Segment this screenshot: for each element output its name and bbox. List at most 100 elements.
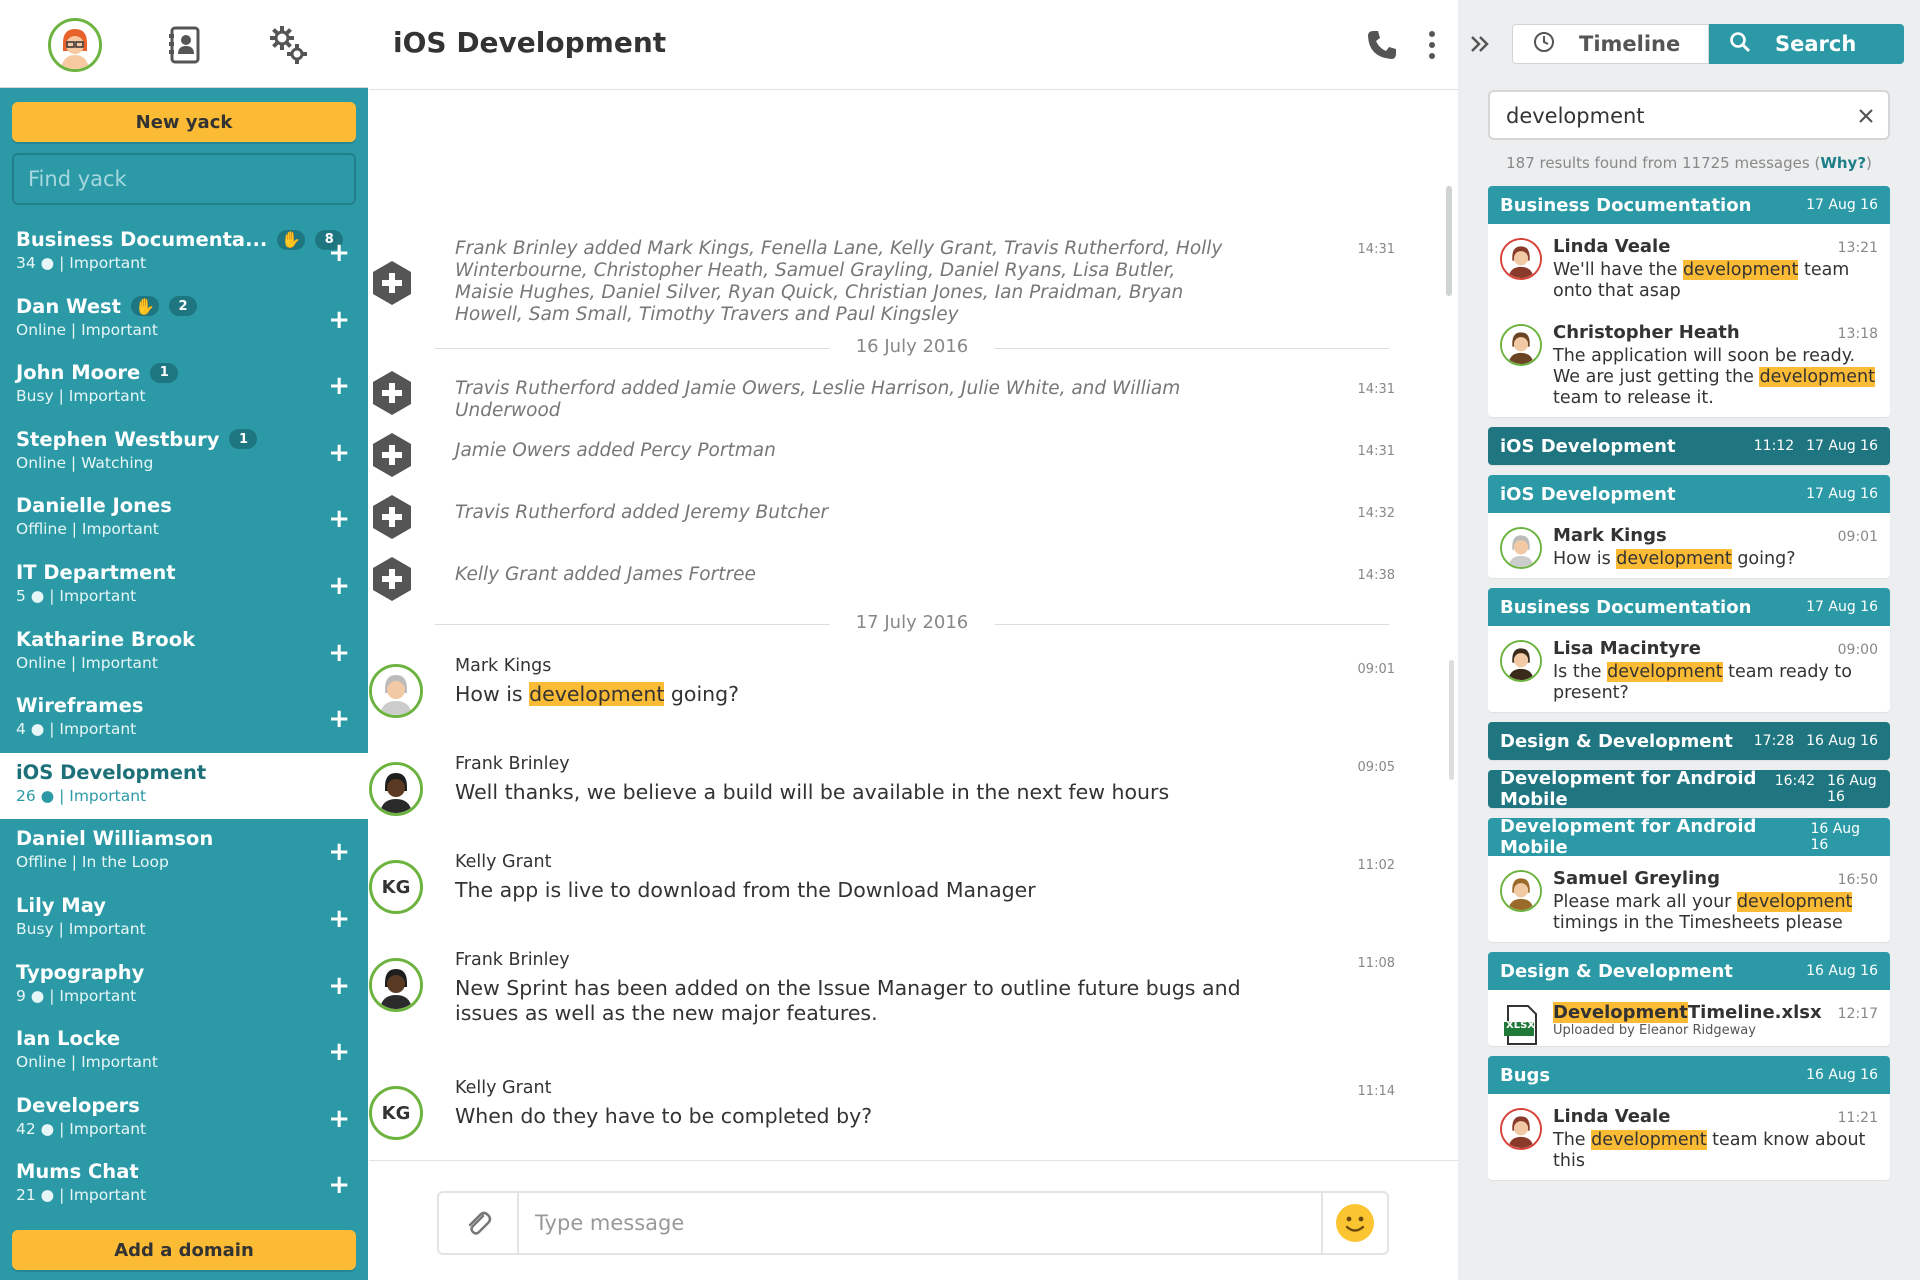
result-text: Please mark all your development timings… (1553, 892, 1878, 934)
add-to-chat-icon[interactable]: + (328, 906, 350, 932)
result-group-date: 16 Aug 16 (1827, 773, 1877, 805)
more-options-icon[interactable] (1422, 28, 1442, 62)
result-group-title: Business Documentation (1500, 194, 1752, 216)
chat-item[interactable]: Stephen Westbury 1 Online | Watching + (0, 420, 368, 487)
result-message[interactable]: Linda Veale The development team know abo… (1488, 1094, 1890, 1180)
message-text: Well thanks, we believe a build will be … (455, 780, 1170, 804)
result-group[interactable]: Business Documentation 17 Aug 16 Linda Vea… (1488, 186, 1890, 417)
message-text-part: going? (664, 682, 740, 706)
add-to-chat-icon[interactable]: + (328, 506, 350, 532)
avatar[interactable] (369, 762, 423, 816)
result-group-header[interactable]: iOS Development 11:12 17 Aug 16 (1488, 427, 1890, 465)
search-highlight: development (1607, 662, 1723, 682)
add-to-chat-icon[interactable]: + (328, 839, 350, 865)
contacts-icon[interactable] (158, 18, 212, 72)
result-group-header[interactable]: Bugs 16 Aug 16 (1488, 1056, 1890, 1094)
result-message[interactable]: Samuel Greyling Please mark all your deve… (1488, 856, 1890, 942)
add-to-chat-icon[interactable]: + (328, 1106, 350, 1132)
chat-item-status: Online | Important (16, 653, 158, 672)
chat-item[interactable]: John Moore 1 Busy | Important + (0, 353, 368, 420)
chat-item[interactable]: Dan West ✋ 2 Online | Important + (0, 287, 368, 354)
avatar[interactable] (369, 958, 423, 1012)
result-group-header[interactable]: Business Documentation 17 Aug 16 (1488, 186, 1890, 224)
result-group[interactable]: iOS Development 11:12 17 Aug 16 (1488, 427, 1890, 465)
file-name: DevelopmentTimeline.xlsx (1553, 1002, 1878, 1023)
add-to-chat-icon[interactable]: + (328, 440, 350, 466)
add-to-chat-icon[interactable]: + (328, 307, 350, 333)
chat-title: iOS Development (393, 26, 667, 59)
result-message[interactable]: XLSX DevelopmentTimeline.xlsx Uploaded by … (1488, 990, 1890, 1046)
result-group-header[interactable]: Development for Android Mobile 16 Aug 16 (1488, 818, 1890, 858)
chat-item[interactable]: Katharine Brook Online | Important + (0, 620, 368, 687)
result-group[interactable]: Development for Android Mobile 16:42 16 Au… (1488, 770, 1890, 808)
emoji-icon[interactable] (1321, 1193, 1387, 1253)
chat-item[interactable]: Developers 42 ● | Important + (0, 1086, 368, 1153)
search-input[interactable] (1506, 102, 1846, 130)
result-group-header[interactable]: iOS Development 17 Aug 16 (1488, 475, 1890, 513)
avatar[interactable] (369, 664, 423, 718)
add-to-chat-icon[interactable]: + (328, 1172, 350, 1198)
result-group[interactable]: Development for Android Mobile 16 Aug 16 S… (1488, 818, 1890, 942)
why-link[interactable]: Why? (1820, 154, 1866, 172)
results-scrollbar[interactable] (1446, 186, 1452, 296)
message-time: 14:31 (1357, 382, 1395, 397)
chat-item[interactable]: Wireframes 4 ● | Important + (0, 686, 368, 753)
result-group[interactable]: Design & Development 17:28 16 Aug 16 (1488, 722, 1890, 760)
chat-item-name: Developers (16, 1093, 140, 1117)
avatar[interactable]: KG (369, 860, 423, 914)
results-summary-close: ) (1866, 154, 1872, 172)
user-avatar[interactable] (48, 18, 102, 72)
chat-item[interactable]: Business Documenta... ✋ 8 34 ● | Important + (0, 220, 368, 287)
add-to-chat-icon[interactable]: + (328, 640, 350, 666)
result-group[interactable]: iOS Development 17 Aug 16 Mark Kings How is… (1488, 475, 1890, 578)
new-yack-button[interactable]: New yack (12, 102, 356, 142)
result-group[interactable]: Business Documentation 17 Aug 16 Lisa Maci… (1488, 588, 1890, 712)
result-message[interactable]: Linda Veale We'll have the development te… (1488, 224, 1890, 310)
paperclip-icon[interactable] (439, 1193, 519, 1253)
add-to-chat-icon[interactable]: + (328, 573, 350, 599)
result-group-date: 17 Aug 16 (1806, 486, 1878, 502)
message-input[interactable] (535, 1207, 1295, 1239)
add-domain-button[interactable]: Add a domain (12, 1230, 356, 1270)
settings-gear-icon[interactable] (262, 18, 316, 72)
result-group-header[interactable]: Design & Development 16 Aug 16 (1488, 952, 1890, 990)
thumbs-up-icon: ✋ (277, 229, 306, 250)
add-to-chat-icon[interactable]: + (328, 1039, 350, 1065)
chat-item[interactable]: Typography 9 ● | Important + (0, 953, 368, 1020)
collapse-panel-icon[interactable] (1462, 26, 1498, 62)
thumbs-up-icon: ✋ (130, 296, 159, 317)
result-group-title: iOS Development (1500, 483, 1676, 505)
chat-scrollbar[interactable] (1449, 660, 1454, 780)
tab-timeline[interactable]: Timeline (1512, 24, 1709, 64)
result-group-header[interactable]: Development for Android Mobile 16:42 16 Au… (1488, 770, 1890, 808)
result-group[interactable]: Bugs 16 Aug 16 Linda Veale The development … (1488, 1056, 1890, 1180)
chat-item-title: Lily May (16, 894, 352, 917)
chat-item[interactable]: Danielle Jones Offline | Important + (0, 486, 368, 553)
chat-item[interactable]: Mums Chat 21 ● | Important + (0, 1152, 368, 1219)
add-to-chat-icon[interactable]: + (328, 706, 350, 732)
chat-item[interactable]: IT Department 5 ● | Important + (0, 553, 368, 620)
phone-call-icon[interactable] (1365, 28, 1399, 62)
chat-item[interactable]: Daniel Williamson Offline | In the Loop + (0, 819, 368, 886)
avatar[interactable]: KG (369, 1086, 423, 1140)
result-message[interactable]: Mark Kings How is development going? 09:01 (1488, 513, 1890, 578)
search-highlight: development (1591, 1130, 1707, 1150)
result-group-header[interactable]: Business Documentation 17 Aug 16 (1488, 588, 1890, 626)
message-text-part: How is (455, 682, 530, 706)
result-group[interactable]: Design & Development 16 Aug 16 XLSX Develop… (1488, 952, 1890, 1046)
chat-item[interactable]: iOS Development 26 ● | Important (0, 752, 368, 820)
date-separator: 17 July 2016 (435, 612, 1389, 633)
result-message[interactable]: Lisa Macintyre Is the development team re… (1488, 626, 1890, 712)
result-group-header[interactable]: Design & Development 17:28 16 Aug 16 (1488, 722, 1890, 760)
tab-search[interactable]: Search (1709, 24, 1904, 64)
clear-search-icon[interactable] (1854, 104, 1878, 128)
add-to-chat-icon[interactable]: + (328, 240, 350, 266)
message-author: Kelly Grant (455, 852, 552, 872)
chat-item[interactable]: Ian Locke Online | Important + (0, 1019, 368, 1086)
result-message[interactable]: Christopher Heath The application will so… (1488, 310, 1890, 417)
add-to-chat-icon[interactable]: + (328, 973, 350, 999)
chat-item-name: Katharine Brook (16, 627, 196, 651)
add-to-chat-icon[interactable]: + (328, 373, 350, 399)
chat-item[interactable]: Lily May Busy | Important + (0, 886, 368, 953)
find-yack-input[interactable] (12, 153, 356, 205)
